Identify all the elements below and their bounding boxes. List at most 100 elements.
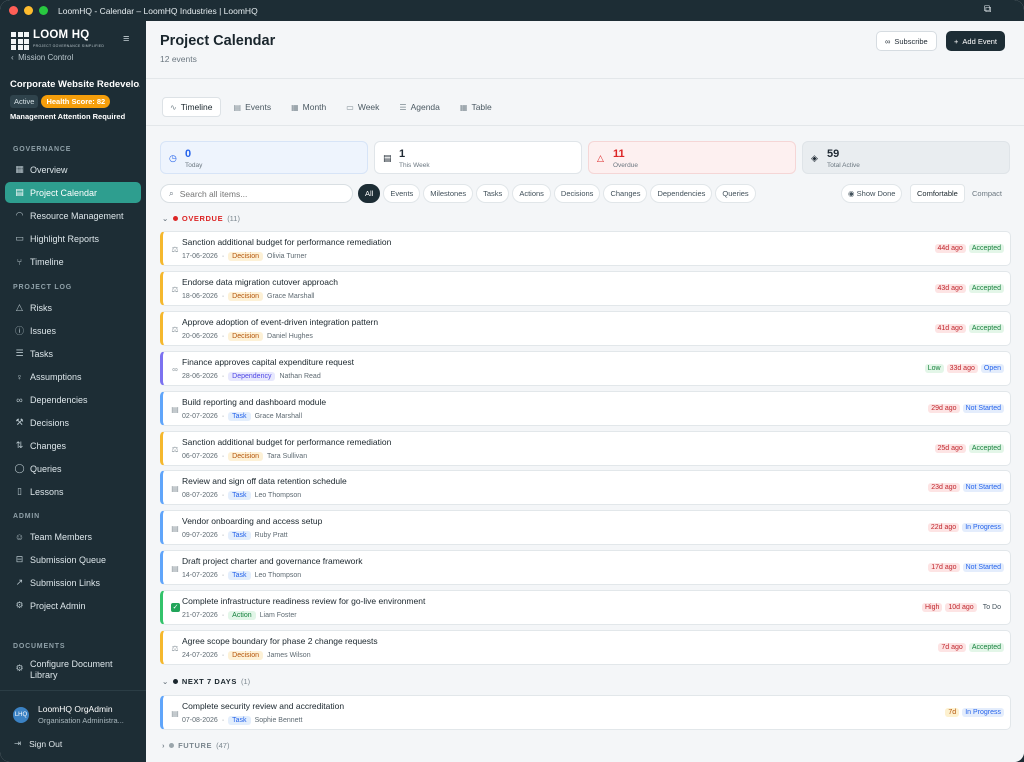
menu-toggle-icon[interactable]: ≡ xyxy=(123,33,129,45)
list-item[interactable]: ⚖ Sanction additional budget for performa… xyxy=(160,430,1011,466)
stat-today[interactable]: ◷ 0 Today xyxy=(160,141,368,174)
nav-submission-queue[interactable]: ⊟ Submission Queue xyxy=(5,549,141,570)
filter-decisions[interactable]: Decisions xyxy=(553,184,601,203)
calendar-icon: ▤ xyxy=(15,187,24,197)
list-item[interactable]: ⚖ Endorse data migration cutover approach… xyxy=(160,270,1011,306)
group-future-header[interactable]: › FUTURE (47) xyxy=(162,741,229,750)
subscribe-button[interactable]: ∞ Subscribe xyxy=(876,31,937,51)
nav-team-members[interactable]: ☺ Team Members xyxy=(5,526,141,547)
separator-dot-icon: · xyxy=(221,332,225,340)
list-item[interactable]: ⚖ Agree scope boundary for phase 2 change… xyxy=(160,630,1011,665)
item-title[interactable]: Draft project charter and governance fra… xyxy=(182,556,362,566)
nav-queries[interactable]: ◯ Queries xyxy=(5,458,141,479)
nav-changes[interactable]: ⇅ Changes xyxy=(5,435,141,456)
nav-dependencies[interactable]: ∞ Dependencies xyxy=(5,389,141,410)
nav-overview[interactable]: ▦ Overview xyxy=(5,159,141,180)
item-title[interactable]: Sanction additional budget for performan… xyxy=(182,437,391,447)
nav-submission-links[interactable]: ↗ Submission Links xyxy=(5,572,141,593)
filter-milestones[interactable]: Milestones xyxy=(423,184,474,203)
item-title[interactable]: Vendor onboarding and access setup xyxy=(182,516,322,526)
group-next7-header[interactable]: ⌄ NEXT 7 DAYS (1) xyxy=(162,677,250,686)
nav-assumptions[interactable]: ♀ Assumptions xyxy=(5,366,141,387)
filter-dependencies[interactable]: Dependencies xyxy=(650,184,713,203)
nav-tasks[interactable]: ☰ Tasks xyxy=(5,343,141,364)
nav-configure-document-library[interactable]: ⚙ Configure Document Library xyxy=(5,656,141,684)
overdue-badge: 44d ago xyxy=(934,244,966,253)
sign-out-button[interactable]: ⇥ Sign Out xyxy=(14,738,62,749)
priority-badge: High xyxy=(921,603,943,613)
filter-events[interactable]: Events xyxy=(383,184,421,203)
list-item[interactable]: ∞ Finance approves capital expenditure re… xyxy=(160,350,1011,386)
list-item[interactable]: ▤ Build reporting and dashboard module 02-… xyxy=(160,390,1011,426)
maximize-window-button[interactable] xyxy=(39,6,48,15)
group-overdue-header[interactable]: ⌄ OVERDUE (11) xyxy=(162,214,240,223)
nav-project-calendar[interactable]: ▤ Project Calendar xyxy=(5,182,141,203)
add-event-button[interactable]: + Add Event xyxy=(946,31,1005,51)
nav-timeline[interactable]: ⑂ Timeline xyxy=(5,251,141,272)
item-title[interactable]: Endorse data migration cutover approach xyxy=(182,277,338,287)
item-title[interactable]: Build reporting and dashboard module xyxy=(182,397,326,407)
decision-icon: ⚖ xyxy=(171,284,179,294)
list-item[interactable]: ▤ Review and sign off data retention sche… xyxy=(160,470,1011,506)
task-icon: ▤ xyxy=(171,524,179,534)
checkbox-checked-icon[interactable]: ✓ xyxy=(171,603,180,613)
list-item[interactable]: ▤ Draft project charter and governance fr… xyxy=(160,550,1011,586)
tab-week[interactable]: ▭ Week xyxy=(339,97,386,117)
tab-table[interactable]: ▦ Table xyxy=(453,97,499,117)
tab-month[interactable]: ▦ Month xyxy=(284,97,333,117)
item-title[interactable]: Complete security review and accreditati… xyxy=(182,701,344,711)
item-title[interactable]: Sanction additional budget for performan… xyxy=(182,237,391,247)
overdue-badge: 22d ago xyxy=(927,523,960,533)
filter-actions[interactable]: Actions xyxy=(512,184,551,203)
calendar-week-icon: ▭ xyxy=(346,102,354,112)
item-date: 07-08-2026 xyxy=(182,717,218,724)
stat-this-week[interactable]: ▤ 1 This Week xyxy=(374,141,582,174)
nav-highlight-reports[interactable]: ▭ Highlight Reports xyxy=(5,228,141,249)
logo[interactable]: LOOM HQ PROJECT GOVERNANCE SIMPLIFIED xyxy=(11,29,104,52)
link-icon: ∞ xyxy=(16,394,23,405)
tab-agenda[interactable]: ☰ Agenda xyxy=(392,97,446,117)
stat-overdue[interactable]: △ 11 Overdue xyxy=(588,141,796,174)
item-title[interactable]: Review and sign off data retention sched… xyxy=(182,476,347,486)
overdue-badge: 7d xyxy=(945,708,960,717)
list-item[interactable]: ▤ Complete security review and accreditat… xyxy=(160,695,1011,730)
nav-resource-management[interactable]: ◠ Resource Management xyxy=(5,205,141,226)
filter-all[interactable]: All xyxy=(358,184,381,203)
list-item[interactable]: ⚖ Approve adoption of event-driven integr… xyxy=(160,310,1011,346)
item-date: 18-06-2026 xyxy=(182,292,218,300)
tab-timeline[interactable]: ∿ Timeline xyxy=(162,97,221,117)
nav-risks[interactable]: △ Risks xyxy=(5,297,141,318)
nav-project-admin[interactable]: ⚙ Project Admin xyxy=(5,595,141,616)
user-profile[interactable]: LHQ LoomHQ OrgAdmin Organisation Adminis… xyxy=(13,704,124,726)
branch-icon: ⑂ xyxy=(16,256,23,267)
project-name[interactable]: Corporate Website Redevelo... xyxy=(10,79,140,90)
item-title[interactable]: Approve adoption of event-driven integra… xyxy=(182,317,378,327)
show-done-toggle[interactable]: ◉ Show Done xyxy=(841,184,903,203)
minimize-window-button[interactable] xyxy=(24,6,33,15)
back-to-mission-control[interactable]: ‹ Mission Control xyxy=(11,53,73,62)
tab-events[interactable]: ▤ Events xyxy=(227,97,279,117)
activity-icon: ∿ xyxy=(170,102,177,112)
list-item[interactable]: ✓ Complete infrastructure readiness revie… xyxy=(160,590,1011,626)
close-window-button[interactable] xyxy=(9,6,18,15)
stat-total-active[interactable]: ◈ 59 Total Active xyxy=(802,141,1010,174)
extension-icon[interactable]: ⧉ xyxy=(984,4,996,16)
list-item[interactable]: ▤ Vendor onboarding and access setup 09-07… xyxy=(160,510,1011,546)
density-comfortable[interactable]: Comfortable xyxy=(910,184,965,203)
list-item[interactable]: ⚖ Sanction additional budget for performa… xyxy=(160,231,1011,266)
search-box[interactable]: ⌕ xyxy=(160,184,353,203)
status-badge: Not Started xyxy=(962,563,1004,573)
filter-changes[interactable]: Changes xyxy=(603,184,648,203)
nav-issues[interactable]: ⓘ Issues xyxy=(5,320,141,341)
filter-queries[interactable]: Queries xyxy=(715,184,756,203)
density-compact[interactable]: Compact xyxy=(966,184,1008,203)
nav-decisions[interactable]: ⚒ Decisions xyxy=(5,412,141,433)
filter-tasks[interactable]: Tasks xyxy=(476,184,510,203)
search-input[interactable] xyxy=(179,188,340,199)
nav-lessons[interactable]: ▯ Lessons xyxy=(5,481,141,502)
item-title[interactable]: Agree scope boundary for phase 2 change … xyxy=(182,636,378,646)
item-title[interactable]: Complete infrastructure readiness review… xyxy=(182,596,425,606)
separator-dot-icon: · xyxy=(221,652,225,659)
item-title[interactable]: Finance approves capital expenditure req… xyxy=(182,357,354,367)
avatar: LHQ xyxy=(13,707,29,723)
